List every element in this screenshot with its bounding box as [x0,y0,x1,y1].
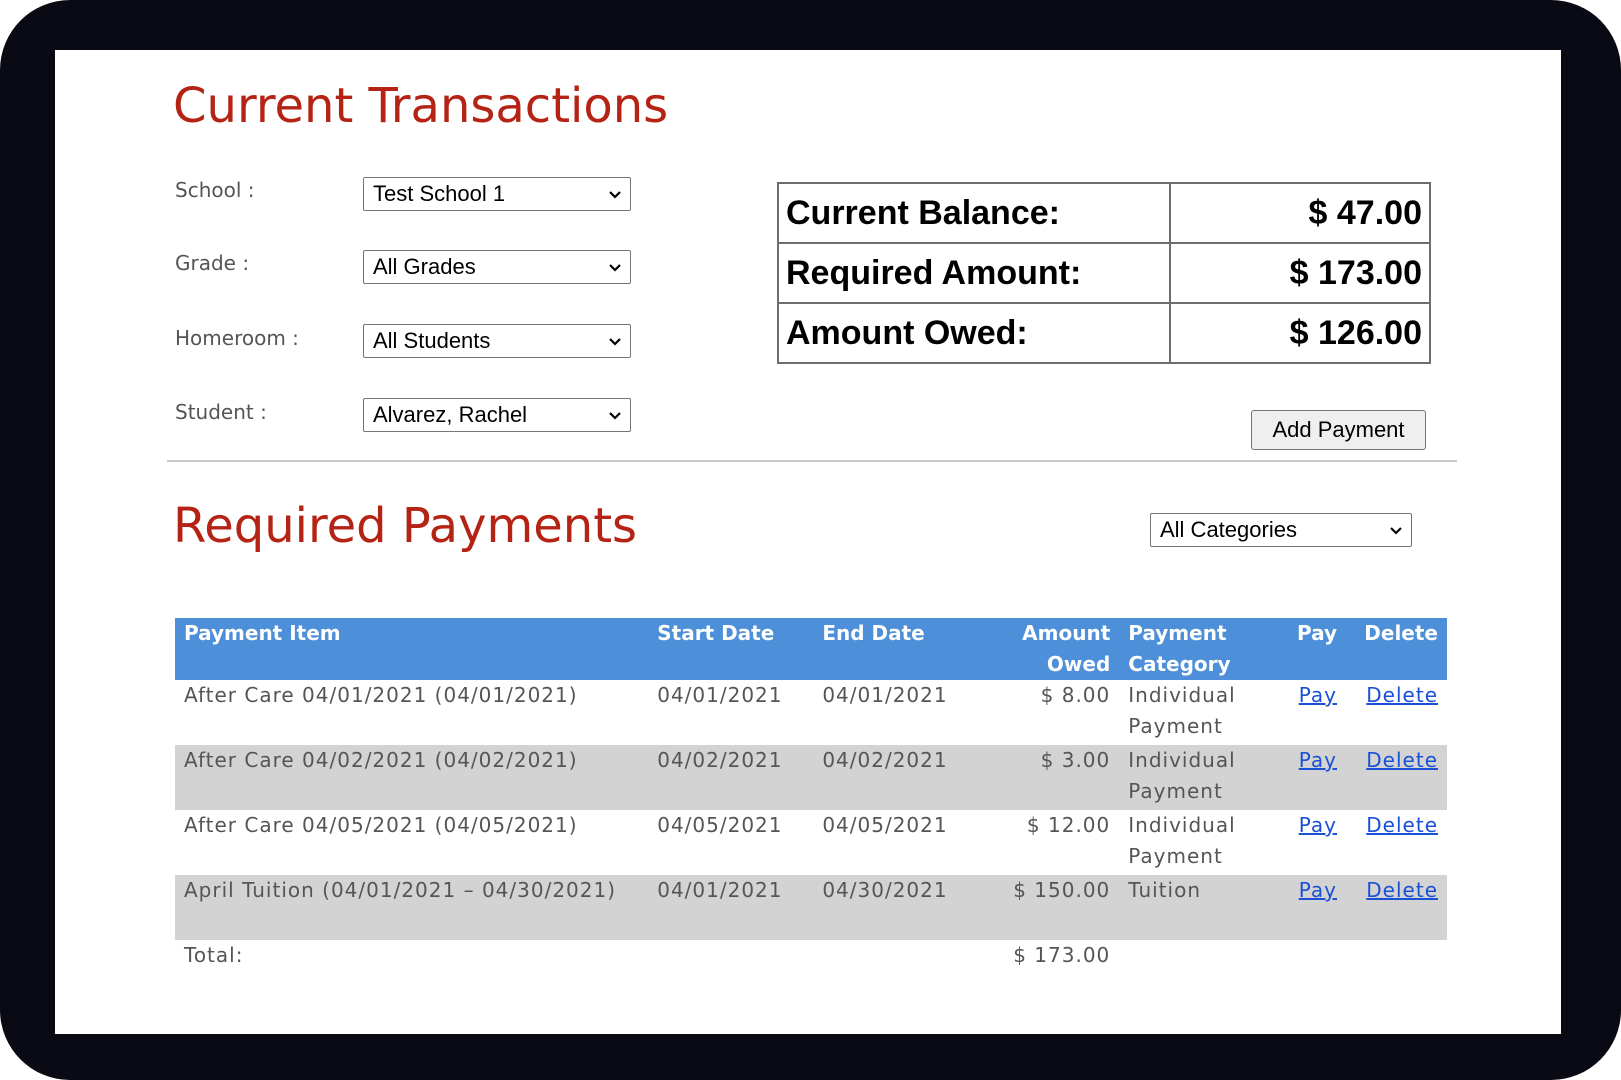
delete-link[interactable]: Delete [1366,878,1438,902]
homeroom-label: Homeroom : [175,326,299,350]
col-end-date: End Date [813,618,999,680]
student-select[interactable]: Alvarez, Rachel [363,398,631,432]
table-row: After Care 04/02/2021 (04/02/2021) 04/02… [175,745,1447,810]
payment-category: Individual Payment [1119,745,1283,810]
payment-category: Individual Payment [1128,683,1236,738]
end-date: 04/05/2021 [822,813,948,837]
chevron-down-icon [609,264,621,272]
end-date: 04/01/2021 [822,683,948,707]
payment-item: April Tuition (04/01/2021 – 04/30/2021) [175,875,649,940]
current-balance-value: $ 47.00 [1169,182,1431,244]
payment-category: Tuition [1119,875,1283,940]
page-title: Current Transactions [173,78,669,134]
student-select-value: Alvarez, Rachel [373,402,528,427]
start-date: 04/01/2021 [648,875,814,940]
col-delete: Delete [1346,618,1447,680]
delete-link[interactable]: Delete [1366,813,1438,837]
required-amount-label: Required Amount: [777,242,1171,304]
grade-select[interactable]: All Grades [363,250,631,284]
end-date: 04/02/2021 [813,745,999,810]
col-start-date: Start Date [648,618,814,680]
balance-row: Current Balance: $ 47.00 [777,182,1431,244]
pay-link[interactable]: Pay [1299,878,1337,902]
chevron-down-icon [609,412,621,420]
chevron-down-icon [609,191,621,199]
table-header-row: Payment Item Start Date End Date Amount … [175,618,1447,680]
category-select[interactable]: All Categories [1150,513,1412,547]
payment-item: After Care 04/01/2021 (04/01/2021) [184,683,578,707]
end-date: 04/30/2021 [813,875,999,940]
device-frame: Current Transactions School : Test Schoo… [0,0,1621,1080]
pay-link[interactable]: Pay [1299,813,1337,837]
student-label: Student : [175,400,267,424]
balance-summary: Current Balance: $ 47.00 Required Amount… [777,182,1431,364]
homeroom-select-value: All Students [373,328,491,353]
required-amount-value: $ 173.00 [1169,242,1431,304]
table-row: After Care 04/01/2021 (04/01/2021) 04/01… [175,680,1447,745]
payment-category: Individual Payment [1128,813,1236,868]
current-balance-label: Current Balance: [777,182,1171,244]
start-date: 04/05/2021 [657,813,783,837]
delete-link[interactable]: Delete [1366,683,1438,707]
school-select[interactable]: Test School 1 [363,177,631,211]
section-divider [167,460,1457,462]
pay-link[interactable]: Pay [1299,683,1337,707]
col-payment-item: Payment Item [175,618,649,680]
chevron-down-icon [1390,527,1402,535]
col-payment-category: Payment Category [1119,618,1283,680]
balance-row: Required Amount: $ 173.00 [777,242,1431,304]
pay-link[interactable]: Pay [1299,748,1337,772]
balance-row: Amount Owed: $ 126.00 [777,302,1431,364]
amount-owed: $ 150.00 [998,875,1120,940]
amount-owed: $ 8.00 [1040,683,1111,707]
add-payment-button[interactable]: Add Payment [1251,410,1426,450]
section-title: Required Payments [173,498,638,554]
start-date: 04/02/2021 [648,745,814,810]
amount-owed-label: Amount Owed: [777,302,1171,364]
delete-link[interactable]: Delete [1366,748,1438,772]
school-label: School : [175,178,255,202]
category-select-value: All Categories [1160,517,1297,542]
total-value: $ 173.00 [1013,943,1111,967]
grade-select-value: All Grades [373,254,476,279]
amount-owed-value: $ 126.00 [1169,302,1431,364]
start-date: 04/01/2021 [657,683,783,707]
school-select-value: Test School 1 [373,181,506,206]
payments-table: Payment Item Start Date End Date Amount … [175,618,1447,980]
table-row: April Tuition (04/01/2021 – 04/30/2021) … [175,875,1447,940]
total-row: Total: $ 173.00 [175,940,1447,980]
amount-owed: $ 3.00 [998,745,1120,810]
payment-item: After Care 04/02/2021 (04/02/2021) [175,745,649,810]
table-row: After Care 04/05/2021 (04/05/2021) 04/05… [175,810,1447,875]
homeroom-select[interactable]: All Students [363,324,631,358]
screen: Current Transactions School : Test Schoo… [55,50,1561,1034]
grade-label: Grade : [175,251,250,275]
col-pay: Pay [1282,618,1347,680]
payment-item: After Care 04/05/2021 (04/05/2021) [184,813,578,837]
chevron-down-icon [609,338,621,346]
total-label: Total: [184,943,244,967]
amount-owed: $ 12.00 [1026,813,1111,837]
page-content: Current Transactions School : Test Schoo… [55,50,1561,1034]
col-amount-owed: Amount Owed [998,618,1120,680]
